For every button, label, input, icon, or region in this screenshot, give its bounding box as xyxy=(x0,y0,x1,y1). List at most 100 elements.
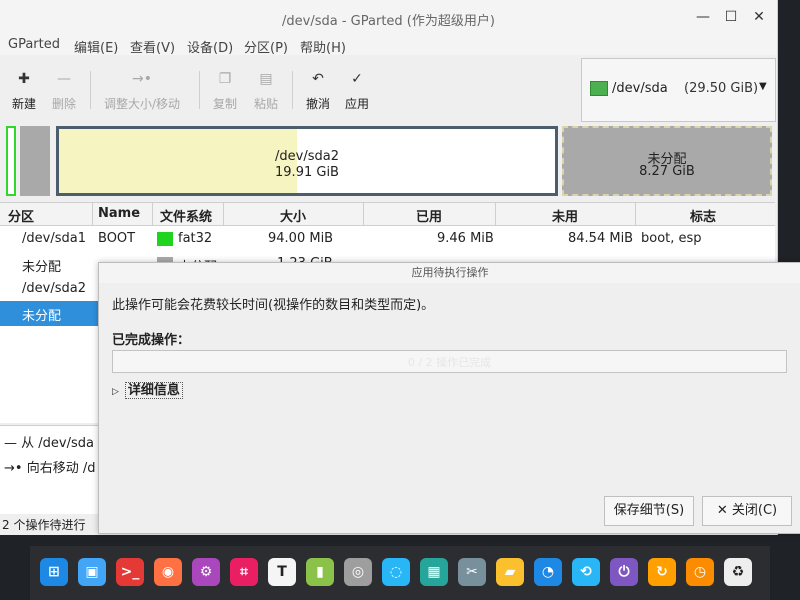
cell-partition: 未分配 xyxy=(22,260,62,275)
column-header-flags[interactable]: 标志 xyxy=(690,206,716,225)
partition-block-unallocated[interactable]: 未分配 8.27 GiB xyxy=(562,126,772,196)
menu-device[interactable]: 设备(D) xyxy=(187,37,233,56)
trash-icon[interactable]: ♻ xyxy=(724,558,752,586)
capture-icon[interactable]: ⟲ xyxy=(572,558,600,586)
undo-button[interactable]: ↶ 撤消 xyxy=(306,69,330,112)
device-size: (29.50 GiB) xyxy=(684,81,759,96)
column-divider xyxy=(223,203,224,225)
new-label: 新建 xyxy=(12,97,37,111)
toolbar-separator xyxy=(199,71,200,109)
deepin-icon[interactable]: ◌ xyxy=(382,558,410,586)
device-selector[interactable]: /dev/sda (29.50 GiB) ▼ xyxy=(581,58,776,122)
undo-label: 撤消 xyxy=(306,97,331,111)
menu-gparted[interactable]: GParted xyxy=(8,37,60,52)
column-divider xyxy=(495,203,496,225)
copy-icon: ❐ xyxy=(218,71,232,87)
cell-partition: /dev/sda1 xyxy=(22,231,86,246)
close-button[interactable]: ✕ 关闭(C) xyxy=(702,496,792,526)
list-item[interactable]: — 从 /dev/sda xyxy=(4,432,94,451)
cell-name: BOOT xyxy=(98,231,136,246)
copy-label: 复制 xyxy=(213,97,238,111)
check-icon: ✓ xyxy=(351,71,363,87)
menu-help[interactable]: 帮助(H) xyxy=(300,37,346,56)
cell-unused: 84.54 MiB xyxy=(568,231,634,246)
column-header-unused[interactable]: 未用 xyxy=(552,206,578,225)
delete-icon: — xyxy=(57,71,71,87)
expander-triangle-icon: ▷ xyxy=(112,387,119,397)
text-editor-icon[interactable]: T xyxy=(268,558,296,586)
toolbar-separator xyxy=(90,71,91,109)
cell-flags: boot, esp xyxy=(641,231,702,246)
title-bar: /dev/sda - GParted (作为超级用户) — ☐ ✕ xyxy=(0,0,777,33)
usb-icon[interactable]: ▰ xyxy=(496,558,524,586)
table-header: 分区 Name 文件系统 大小 已用 未用 标志 xyxy=(0,203,775,226)
clock-icon[interactable]: ◷ xyxy=(686,558,714,586)
window-title: /dev/sda - GParted (作为超级用户) xyxy=(282,14,495,29)
power-icon[interactable]: ⏻ xyxy=(610,558,638,586)
screenshot-icon[interactable]: ⌗ xyxy=(230,558,258,586)
menu-partition[interactable]: 分区(P) xyxy=(244,37,288,56)
status-bar-text: 2 个操作待进行 xyxy=(2,518,86,532)
list-item[interactable]: →• 向右移动 /d xyxy=(4,457,95,476)
new-button[interactable]: ✚ 新建 xyxy=(12,69,36,112)
monitor-icon[interactable]: ▦ xyxy=(420,558,448,586)
settings-icon[interactable]: ⚙ xyxy=(192,558,220,586)
progress-text: 0 / 2 操作已完成 xyxy=(407,356,492,369)
chevron-down-icon: ▼ xyxy=(759,81,767,92)
close-window-button[interactable]: ✕ xyxy=(751,9,767,25)
device-name: /dev/sda xyxy=(612,81,668,96)
archive-icon[interactable]: ▮ xyxy=(306,558,334,586)
table-row-selected[interactable]: 未分配 xyxy=(0,301,98,326)
backup-icon[interactable]: ↻ xyxy=(648,558,676,586)
paste-icon: ▤ xyxy=(259,71,273,87)
copy-button[interactable]: ❐ 复制 xyxy=(213,69,237,112)
cell-size: 94.00 MiB xyxy=(268,231,334,246)
new-icon: ✚ xyxy=(18,71,30,87)
undo-icon: ↶ xyxy=(312,71,324,87)
dialog-message: 此操作可能会花费较长时间(视操作的数目和类型而定)。 xyxy=(112,298,435,313)
cell-filesystem: fat32 xyxy=(178,231,213,246)
close-label: 关闭(C) xyxy=(731,503,778,518)
details-expander[interactable]: ▷ 详细信息 xyxy=(112,379,183,399)
cell-used: 9.46 MiB xyxy=(437,231,494,246)
tools-icon[interactable]: ✂ xyxy=(458,558,486,586)
minimize-button[interactable]: — xyxy=(695,9,711,25)
partition-block-sda2[interactable]: /dev/sda2 19.91 GiB xyxy=(56,126,558,196)
menu-view[interactable]: 查看(V) xyxy=(130,37,175,56)
maximize-button[interactable]: ☐ xyxy=(723,9,739,25)
disk-utility-icon[interactable]: ◎ xyxy=(344,558,372,586)
toolbar-separator xyxy=(292,71,293,109)
column-header-partition[interactable]: 分区 xyxy=(8,206,34,225)
delete-button[interactable]: — 删除 xyxy=(52,69,76,112)
column-divider xyxy=(152,203,153,225)
sync-icon[interactable]: ◔ xyxy=(534,558,562,586)
column-divider xyxy=(635,203,636,225)
operation-text: 向右移动 /d xyxy=(26,461,96,476)
move-right-icon: →• xyxy=(4,461,23,476)
delete-label: 删除 xyxy=(52,97,77,111)
drive-icon xyxy=(590,81,608,96)
close-icon: ✕ xyxy=(716,503,728,518)
cell-partition: 未分配 xyxy=(22,309,62,324)
partition-block-unallocated-small[interactable] xyxy=(20,126,50,196)
column-header-name[interactable]: Name xyxy=(98,206,140,221)
column-header-used[interactable]: 已用 xyxy=(416,206,442,225)
partition-map: /dev/sda2 19.91 GiB 未分配 8.27 GiB xyxy=(0,124,777,198)
app-store-icon[interactable]: ▣ xyxy=(78,558,106,586)
table-row[interactable]: /dev/sda2 xyxy=(0,277,98,302)
save-details-button[interactable]: 保存细节(S) xyxy=(604,496,694,526)
menu-edit[interactable]: 编辑(E) xyxy=(74,37,118,56)
firefox-icon[interactable]: ◉ xyxy=(154,558,182,586)
partition-block-sda1[interactable] xyxy=(6,126,16,196)
cell-partition: /dev/sda2 xyxy=(22,281,86,296)
resize-move-button[interactable]: →• 调整大小/移动 xyxy=(104,69,180,112)
operation-text: 从 /dev/sda xyxy=(21,436,94,451)
column-divider xyxy=(363,203,364,225)
launcher-icon[interactable]: ⊞ xyxy=(40,558,68,586)
apply-button[interactable]: ✓ 应用 xyxy=(345,69,369,112)
terminal-icon[interactable]: >_ xyxy=(116,558,144,586)
column-header-size[interactable]: 大小 xyxy=(280,206,306,225)
column-header-filesystem[interactable]: 文件系统 xyxy=(160,206,212,225)
details-label: 详细信息 xyxy=(124,382,183,399)
paste-button[interactable]: ▤ 粘贴 xyxy=(254,69,278,112)
